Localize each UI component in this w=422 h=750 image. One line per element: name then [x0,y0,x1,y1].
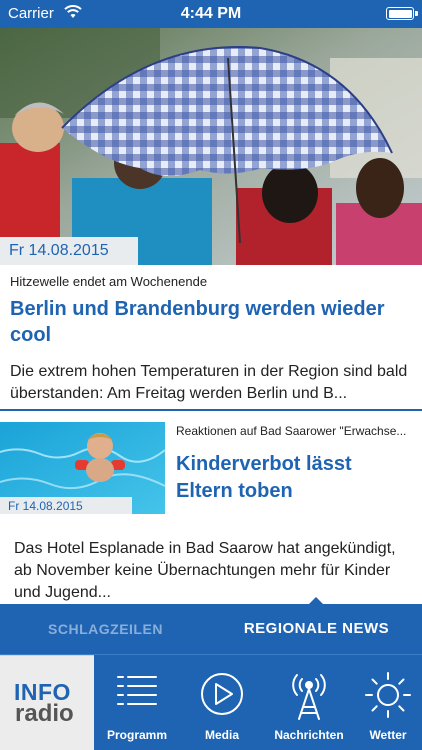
nav-label: Programm [106,728,168,742]
logo-line-2: radio [15,700,74,727]
battery-icon [386,7,418,20]
clock: 4:44 PM [180,5,242,22]
article-kicker: Reaktionen auf Bad Saarower "Erwachse... [176,424,407,438]
hero-image[interactable]: Fr 14.08.2015 [0,28,422,265]
umbrella-photo [0,28,422,265]
status-bar: Carrier 4:44 PM [0,0,422,28]
nav-item-programm[interactable]: Programm [96,655,178,750]
article-headline[interactable]: Berlin und Brandenburg werden wieder coo… [10,296,405,348]
tab-regionale-news[interactable]: REGIONALE NEWS [211,604,422,654]
play-icon [201,673,243,715]
nav-label: Media [204,728,239,742]
list-icon [117,676,157,705]
article-date-badge: Fr 14.08.2015 [0,497,132,514]
article-headline[interactable]: Kinderverbot lässt Eltern toben [176,451,412,505]
nav-label: Nachrichten [274,728,344,742]
nav-item-media[interactable]: Media [180,655,264,750]
nav-item-nachrichten[interactable]: Nachrichten [266,655,352,750]
bottom-nav-bar: INFO radio Programm Media Nachrichten We… [0,654,422,750]
inforadio-logo[interactable]: INFO radio [0,655,94,750]
nav-label: Wetter [369,728,407,742]
article-card-1[interactable]: Hitzewelle endet am Wochenende Berlin un… [0,265,422,411]
article-teaser: Das Hotel Esplanade in Bad Saarow hat an… [14,540,396,601]
article-card-2[interactable]: Fr 14.08.2015 Reaktionen auf Bad Saarowe… [0,418,422,604]
section-tabs: SCHLAGZEILEN REGIONALE NEWS [0,597,422,654]
sun-icon [365,672,411,718]
tab-schlagzeilen[interactable]: SCHLAGZEILEN [0,604,211,654]
hero-date-badge: Fr 14.08.2015 [0,237,138,265]
article-kicker: Hitzewelle endet am Wochenende [10,274,208,289]
nav-item-wetter[interactable]: Wetter [354,655,422,750]
radio-tower-icon [292,674,326,720]
article-teaser: Die extrem hohen Temperaturen in der Reg… [10,363,408,402]
